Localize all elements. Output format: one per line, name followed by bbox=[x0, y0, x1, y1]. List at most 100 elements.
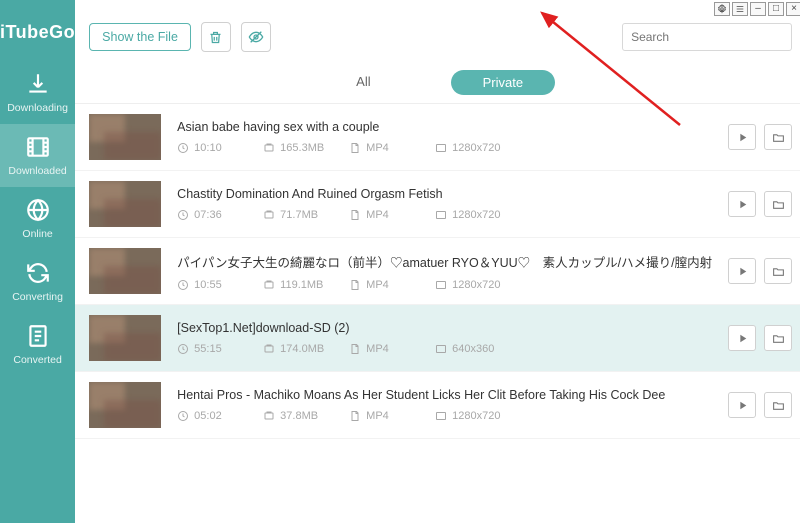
size-icon bbox=[263, 343, 275, 355]
clock-icon bbox=[177, 209, 189, 221]
video-meta: 10:10 165.3MB MP4 1280x720 bbox=[177, 142, 712, 154]
video-duration: 10:10 bbox=[177, 142, 249, 154]
video-info: パイパン女子大生の綺麗なロ（前半）♡amatuer RYO＆YUU♡ 素人カップ… bbox=[177, 252, 712, 291]
video-actions bbox=[728, 191, 792, 217]
sidebar-item-label: Online bbox=[22, 228, 52, 240]
tab-private[interactable]: Private bbox=[451, 70, 555, 95]
play-button[interactable] bbox=[728, 325, 756, 351]
toolbar: Show the File bbox=[75, 18, 800, 62]
sidebar-item-online[interactable]: Online bbox=[0, 187, 75, 250]
refresh-icon bbox=[25, 260, 51, 286]
gear-icon bbox=[717, 4, 727, 14]
video-list: Asian babe having sex with a couple 10:1… bbox=[75, 104, 800, 523]
show-file-button[interactable]: Show the File bbox=[89, 23, 191, 51]
main-panel: – □ × Show the File All Private bbox=[75, 0, 800, 523]
tab-all[interactable]: All bbox=[326, 70, 400, 95]
file-icon bbox=[349, 142, 361, 154]
play-button[interactable] bbox=[728, 191, 756, 217]
clock-icon bbox=[177, 279, 189, 291]
video-info: Hentai Pros - Machiko Moans As Her Stude… bbox=[177, 388, 712, 422]
size-icon bbox=[263, 209, 275, 221]
video-size: 119.1MB bbox=[263, 279, 335, 291]
open-folder-button[interactable] bbox=[764, 258, 792, 284]
file-icon bbox=[349, 343, 361, 355]
filter-tabs: All Private bbox=[75, 62, 800, 104]
sidebar-item-downloading[interactable]: Downloading bbox=[0, 61, 75, 124]
video-title: Hentai Pros - Machiko Moans As Her Stude… bbox=[177, 388, 712, 402]
size-icon bbox=[263, 279, 275, 291]
video-title: Asian babe having sex with a couple bbox=[177, 120, 712, 134]
minimize-icon: – bbox=[755, 4, 761, 14]
menu-button[interactable] bbox=[732, 2, 748, 16]
open-folder-button[interactable] bbox=[764, 392, 792, 418]
video-duration: 07:36 bbox=[177, 209, 249, 221]
video-title: [SexTop1.Net]download-SD (2) bbox=[177, 321, 712, 335]
video-thumbnail bbox=[89, 315, 161, 361]
play-icon bbox=[736, 198, 749, 211]
video-resolution: 1280x720 bbox=[435, 410, 507, 422]
video-resolution: 1280x720 bbox=[435, 209, 507, 221]
download-icon bbox=[25, 71, 51, 97]
sidebar-item-downloaded[interactable]: Downloaded bbox=[0, 124, 75, 187]
video-info: Chastity Domination And Ruined Orgasm Fe… bbox=[177, 187, 712, 221]
close-button[interactable]: × bbox=[786, 2, 800, 16]
maximize-icon: □ bbox=[773, 4, 779, 14]
folder-icon bbox=[772, 131, 785, 144]
video-format: MP4 bbox=[349, 142, 421, 154]
list-item[interactable]: Hentai Pros - Machiko Moans As Her Stude… bbox=[75, 372, 800, 439]
video-meta: 07:36 71.7MB MP4 1280x720 bbox=[177, 209, 712, 221]
visibility-button[interactable] bbox=[241, 22, 271, 52]
list-item[interactable]: パイパン女子大生の綺麗なロ（前半）♡amatuer RYO＆YUU♡ 素人カップ… bbox=[75, 238, 800, 305]
video-meta: 55:15 174.0MB MP4 640x360 bbox=[177, 343, 712, 355]
open-folder-button[interactable] bbox=[764, 124, 792, 150]
video-format: MP4 bbox=[349, 279, 421, 291]
delete-button[interactable] bbox=[201, 22, 231, 52]
resolution-icon bbox=[435, 142, 447, 154]
list-item[interactable]: Asian babe having sex with a couple 10:1… bbox=[75, 104, 800, 171]
video-title: パイパン女子大生の綺麗なロ（前半）♡amatuer RYO＆YUU♡ 素人カップ… bbox=[177, 252, 712, 271]
file-icon bbox=[349, 410, 361, 422]
app-logo: iTubeGo bbox=[0, 22, 75, 43]
resolution-icon bbox=[435, 279, 447, 291]
sidebar: iTubeGo Downloading Downloaded Online Co… bbox=[0, 0, 75, 523]
play-icon bbox=[736, 265, 749, 278]
video-size: 37.8MB bbox=[263, 410, 335, 422]
video-duration: 10:55 bbox=[177, 279, 249, 291]
sidebar-item-label: Converted bbox=[13, 354, 61, 366]
sidebar-item-converting[interactable]: Converting bbox=[0, 250, 75, 313]
film-icon bbox=[25, 134, 51, 160]
video-thumbnail bbox=[89, 382, 161, 428]
video-info: Asian babe having sex with a couple 10:1… bbox=[177, 120, 712, 154]
settings-button[interactable] bbox=[714, 2, 730, 16]
video-actions bbox=[728, 258, 792, 284]
resolution-icon bbox=[435, 209, 447, 221]
sidebar-item-label: Converting bbox=[12, 291, 63, 303]
search-input-wrapper bbox=[622, 23, 792, 51]
search-input[interactable] bbox=[631, 30, 783, 44]
folder-icon bbox=[772, 198, 785, 211]
video-info: [SexTop1.Net]download-SD (2) 55:15 174.0… bbox=[177, 321, 712, 355]
video-format: MP4 bbox=[349, 410, 421, 422]
open-folder-button[interactable] bbox=[764, 191, 792, 217]
list-item[interactable]: [SexTop1.Net]download-SD (2) 55:15 174.0… bbox=[75, 305, 800, 372]
play-button[interactable] bbox=[728, 258, 756, 284]
resolution-icon bbox=[435, 343, 447, 355]
video-thumbnail bbox=[89, 114, 161, 160]
video-resolution: 1280x720 bbox=[435, 279, 507, 291]
minimize-button[interactable]: – bbox=[750, 2, 766, 16]
play-button[interactable] bbox=[728, 124, 756, 150]
play-icon bbox=[736, 399, 749, 412]
video-actions bbox=[728, 124, 792, 150]
play-button[interactable] bbox=[728, 392, 756, 418]
list-item[interactable]: Chastity Domination And Ruined Orgasm Fe… bbox=[75, 171, 800, 238]
video-actions bbox=[728, 325, 792, 351]
video-format: MP4 bbox=[349, 209, 421, 221]
video-meta: 10:55 119.1MB MP4 1280x720 bbox=[177, 279, 712, 291]
open-folder-button[interactable] bbox=[764, 325, 792, 351]
clock-icon bbox=[177, 410, 189, 422]
sidebar-item-label: Downloaded bbox=[8, 165, 66, 177]
sidebar-item-converted[interactable]: Converted bbox=[0, 313, 75, 376]
maximize-button[interactable]: □ bbox=[768, 2, 784, 16]
video-format: MP4 bbox=[349, 343, 421, 355]
file-icon bbox=[349, 279, 361, 291]
